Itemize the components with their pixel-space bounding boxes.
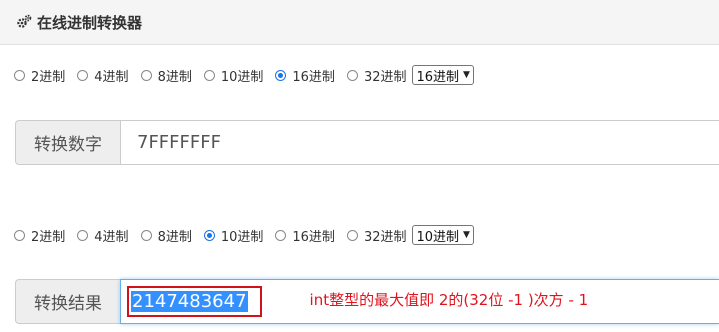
output-radio-base-4[interactable]: 4进制	[77, 226, 129, 245]
radio-label: 32进制	[363, 69, 407, 85]
radio-circle[interactable]	[77, 69, 89, 81]
radio-label: 8进制	[157, 229, 192, 245]
radio-circle[interactable]	[346, 69, 358, 81]
output-base-radio-group: 2进制 4进制 8进制 10进制 16进制 32进制 10进制 ▼	[14, 224, 474, 246]
radio-label: 8进制	[157, 69, 192, 85]
radio-label: 2进制	[31, 229, 66, 245]
radio-circle[interactable]	[14, 229, 25, 241]
output-radio-base-16[interactable]: 16进制	[275, 226, 335, 245]
input-radio-base-32[interactable]: 32进制	[346, 66, 407, 85]
radio-circle[interactable]	[346, 229, 358, 241]
select-value: 16进制	[416, 69, 460, 85]
radio-circle[interactable]	[140, 229, 152, 241]
radio-circle-checked[interactable]	[203, 229, 215, 241]
output-radio-base-10[interactable]: 10进制	[203, 226, 264, 245]
output-result-group: 转换结果 2147483647 int整型的最大值即 2的(32位 -1 )次方…	[15, 279, 719, 324]
input-addon-label: 转换数字	[15, 120, 120, 165]
radio-label: 4进制	[94, 69, 129, 85]
output-base-select[interactable]: 10进制 ▼	[412, 225, 474, 245]
input-base-select[interactable]: 16进制 ▼	[412, 65, 474, 85]
radio-circle[interactable]	[77, 229, 89, 241]
gears-icon	[15, 13, 33, 31]
radio-circle[interactable]	[275, 229, 287, 241]
select-value: 10进制	[416, 229, 460, 245]
radio-label: 16进制	[292, 229, 335, 245]
input-number-group: 转换数字 7FFFFFFF	[15, 120, 719, 165]
input-base-radio-group: 2进制 4进制 8进制 10进制 16进制 32进制 16进制 ▼	[14, 64, 474, 86]
annotation-text: int整型的最大值即 2的(32位 -1 )次方 - 1	[309, 291, 589, 309]
input-radio-base-2[interactable]: 2进制	[14, 66, 65, 85]
radio-circle[interactable]	[140, 69, 152, 81]
chevron-down-icon: ▼	[463, 70, 470, 80]
page-title: 在线进制转换器	[37, 13, 143, 32]
output-result-field[interactable]: 2147483647 int整型的最大值即 2的(32位 -1 )次方 - 1	[120, 279, 719, 324]
radio-label: 2进制	[31, 69, 66, 85]
input-radio-base-10[interactable]: 10进制	[203, 66, 264, 85]
input-radio-base-8[interactable]: 8进制	[140, 66, 192, 85]
radio-label: 4进制	[94, 229, 129, 245]
radio-circle[interactable]	[203, 69, 215, 81]
output-radio-base-32[interactable]: 32进制	[346, 226, 407, 245]
output-radio-base-2[interactable]: 2进制	[14, 226, 65, 245]
input-radio-base-4[interactable]: 4进制	[77, 66, 129, 85]
radio-label: 16进制	[292, 69, 335, 85]
radio-circle-checked[interactable]	[275, 69, 287, 81]
output-addon-label: 转换结果	[15, 279, 120, 324]
radio-label: 10进制	[220, 229, 264, 245]
radio-label: 10进制	[220, 69, 264, 85]
input-value: 7FFFFFFF	[137, 132, 221, 153]
result-value[interactable]: 2147483647	[131, 291, 248, 312]
radio-circle[interactable]	[14, 69, 25, 81]
output-radio-base-8[interactable]: 8进制	[140, 226, 192, 245]
chevron-down-icon: ▼	[463, 230, 470, 240]
input-radio-base-16[interactable]: 16进制	[275, 66, 335, 85]
input-number-field[interactable]: 7FFFFFFF	[120, 120, 719, 165]
panel-header: 在线进制转换器	[0, 0, 719, 45]
result-highlight-box: 2147483647	[127, 286, 262, 317]
radio-label: 32进制	[363, 229, 407, 245]
